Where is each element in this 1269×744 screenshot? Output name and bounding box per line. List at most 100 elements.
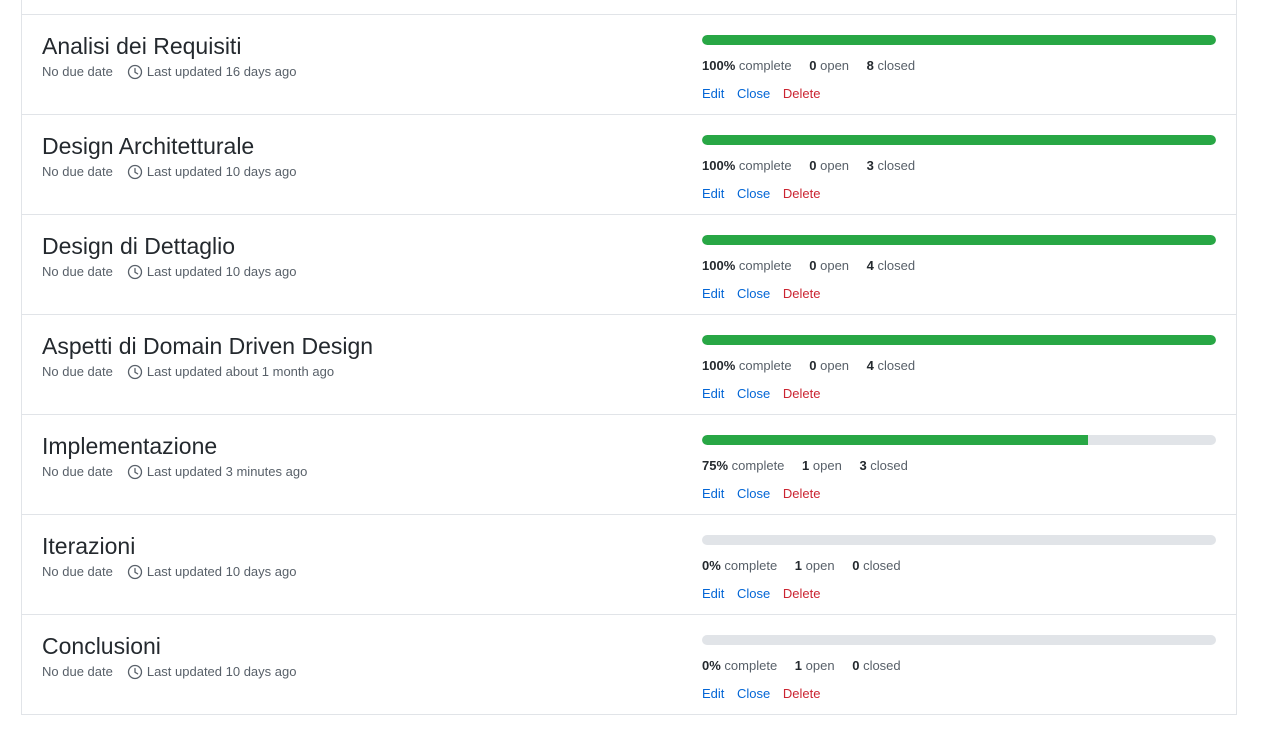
percent-complete: 100% complete xyxy=(702,158,792,173)
milestone-title-link[interactable]: Conclusioni xyxy=(42,632,296,660)
due-date-text: No due date xyxy=(42,464,113,479)
open-count: 1 open xyxy=(794,658,835,673)
delete-link[interactable]: Delete xyxy=(783,286,821,301)
edit-link[interactable]: Edit xyxy=(702,186,724,201)
milestone-actions: Edit Close Delete xyxy=(702,385,1216,403)
milestone-item: Design di Dettaglio No due date Last upd… xyxy=(22,215,1236,315)
close-link[interactable]: Close xyxy=(737,386,770,401)
last-updated-text: Last updated 10 days ago xyxy=(146,164,297,179)
milestone-progress-area: 0% complete 1 open 0 closed Edit Close D… xyxy=(702,635,1216,703)
milestone-progress-area: 100% complete 0 open 4 closed Edit Close… xyxy=(702,235,1216,303)
due-date-text: No due date xyxy=(42,364,113,379)
milestone-title-link[interactable]: Design di Dettaglio xyxy=(42,232,296,260)
milestone-stats: 100% complete 0 open 4 closed xyxy=(702,357,1216,375)
delete-link[interactable]: Delete xyxy=(783,486,821,501)
progress-bar-fill xyxy=(702,35,1216,45)
open-count: 0 open xyxy=(809,58,850,73)
delete-link[interactable]: Delete xyxy=(783,186,821,201)
milestone-title-link[interactable]: Implementazione xyxy=(42,432,307,460)
milestone-progress-area: 100% complete 0 open 3 closed Edit Close… xyxy=(702,135,1216,203)
milestone-progress-area: 100% complete 0 open 8 closed Edit Close… xyxy=(702,35,1216,103)
progress-bar-fill xyxy=(702,335,1216,345)
closed-count: 3 closed xyxy=(859,458,908,473)
clock-icon xyxy=(127,64,143,80)
progress-bar xyxy=(702,335,1216,345)
milestone-info: Analisi dei Requisiti No due date Last u… xyxy=(42,32,296,81)
edit-link[interactable]: Edit xyxy=(702,386,724,401)
closed-count: 4 closed xyxy=(866,258,916,273)
milestone-item: Implementazione No due date Last updated… xyxy=(22,415,1236,515)
due-date-text: No due date xyxy=(42,664,113,679)
last-updated-text: Last updated 10 days ago xyxy=(146,664,297,679)
edit-link[interactable]: Edit xyxy=(702,586,724,601)
open-count: 1 open xyxy=(802,458,842,473)
percent-complete: 100% complete xyxy=(702,358,792,373)
edit-link[interactable]: Edit xyxy=(702,286,724,301)
milestone-info: Implementazione No due date Last updated… xyxy=(42,432,307,481)
milestone-meta: No due date Last updated 10 days ago xyxy=(42,163,296,181)
close-link[interactable]: Close xyxy=(737,286,770,301)
milestone-meta: No due date Last updated 10 days ago xyxy=(42,263,296,281)
closed-count: 0 closed xyxy=(852,558,901,573)
progress-bar xyxy=(702,235,1216,245)
percent-complete: 100% complete xyxy=(702,258,792,273)
milestone-stats: 75% complete 1 open 3 closed xyxy=(702,457,1216,475)
closed-count: 0 closed xyxy=(852,658,901,673)
delete-link[interactable]: Delete xyxy=(783,86,821,101)
closed-count: 3 closed xyxy=(866,158,916,173)
milestone-progress-area: 75% complete 1 open 3 closed Edit Close … xyxy=(702,435,1216,503)
milestone-info: Design di Dettaglio No due date Last upd… xyxy=(42,232,296,281)
milestone-info: Conclusioni No due date Last updated 10 … xyxy=(42,632,296,681)
progress-bar-fill xyxy=(702,435,1088,445)
milestone-stats: 100% complete 0 open 3 closed xyxy=(702,157,1216,175)
close-link[interactable]: Close xyxy=(737,686,770,701)
edit-link[interactable]: Edit xyxy=(702,686,724,701)
clock-icon xyxy=(127,264,143,280)
milestone-info: Iterazioni No due date Last updated 10 d… xyxy=(42,532,296,581)
percent-complete: 75% complete xyxy=(702,458,785,473)
edit-link[interactable]: Edit xyxy=(702,486,724,501)
last-updated-text: Last updated about 1 month ago xyxy=(146,364,335,379)
clock-icon xyxy=(127,364,143,380)
delete-link[interactable]: Delete xyxy=(783,586,821,601)
milestone-stats: 0% complete 1 open 0 closed xyxy=(702,557,1216,575)
percent-complete: 100% complete xyxy=(702,58,792,73)
due-date-text: No due date xyxy=(42,564,113,579)
edit-link[interactable]: Edit xyxy=(702,86,724,101)
milestone-item: Aspetti di Domain Driven Design No due d… xyxy=(22,315,1236,415)
milestone-meta: No due date Last updated 10 days ago xyxy=(42,563,296,581)
close-link[interactable]: Close xyxy=(737,186,770,201)
milestone-title-link[interactable]: Aspetti di Domain Driven Design xyxy=(42,332,373,360)
milestone-actions: Edit Close Delete xyxy=(702,285,1216,303)
last-updated-text: Last updated 10 days ago xyxy=(146,564,297,579)
milestone-actions: Edit Close Delete xyxy=(702,585,1216,603)
due-date-text: No due date xyxy=(42,164,113,179)
milestone-title-link[interactable]: Analisi dei Requisiti xyxy=(42,32,296,60)
milestone-stats: 100% complete 0 open 4 closed xyxy=(702,257,1216,275)
clock-icon xyxy=(127,464,143,480)
milestone-progress-area: 0% complete 1 open 0 closed Edit Close D… xyxy=(702,535,1216,603)
milestone-info: Design Architetturale No due date Last u… xyxy=(42,132,296,181)
progress-bar xyxy=(702,35,1216,45)
clock-icon xyxy=(127,564,143,580)
milestone-title-link[interactable]: Design Architetturale xyxy=(42,132,296,160)
percent-complete: 0% complete xyxy=(702,558,778,573)
progress-bar xyxy=(702,135,1216,145)
milestone-title-link[interactable]: Iterazioni xyxy=(42,532,296,560)
last-updated-text: Last updated 3 minutes ago xyxy=(146,464,308,479)
milestone-item: Iterazioni No due date Last updated 10 d… xyxy=(22,515,1236,615)
closed-count: 4 closed xyxy=(866,358,916,373)
percent-complete: 0% complete xyxy=(702,658,778,673)
delete-link[interactable]: Delete xyxy=(783,686,821,701)
close-link[interactable]: Close xyxy=(737,586,770,601)
close-link[interactable]: Close xyxy=(737,86,770,101)
milestone-info: Aspetti di Domain Driven Design No due d… xyxy=(42,332,373,381)
open-count: 0 open xyxy=(809,358,850,373)
progress-bar-fill xyxy=(702,135,1216,145)
milestone-progress-area: 100% complete 0 open 4 closed Edit Close… xyxy=(702,335,1216,403)
close-link[interactable]: Close xyxy=(737,486,770,501)
delete-link[interactable]: Delete xyxy=(783,386,821,401)
milestone-actions: Edit Close Delete xyxy=(702,185,1216,203)
progress-bar xyxy=(702,635,1216,645)
milestone-meta: No due date Last updated 3 minutes ago xyxy=(42,463,307,481)
